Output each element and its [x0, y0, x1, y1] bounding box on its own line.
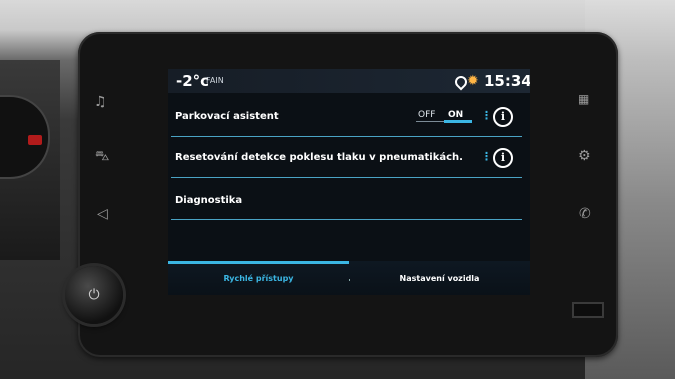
setting-label: Resetování detekce poklesu tlaku v pneum…: [175, 152, 463, 163]
bottom-tab-bar: Rychlé přístupy Nastavení vozidla: [168, 261, 530, 295]
toggle-active-indicator: [444, 120, 472, 123]
power-icon[interactable]: ⏻: [82, 283, 106, 307]
setting-row-tire-pressure-reset[interactable]: Resetování detekce poklesu tlaku v pneum…: [168, 139, 530, 175]
music-icon[interactable]: ♫: [94, 94, 107, 110]
navigation-icon[interactable]: ◁: [97, 206, 108, 222]
tab-quick-access[interactable]: Rychlé přístupy: [168, 261, 349, 295]
toggle-off-label[interactable]: OFF: [418, 110, 435, 120]
settings-icon[interactable]: ⚙: [578, 148, 591, 164]
divider: [171, 136, 522, 137]
usb-port: [572, 302, 604, 318]
status-bar: -2°c FAIN ✹ 15:34: [168, 69, 530, 93]
more-dots-icon: ⋮: [481, 150, 492, 163]
car-icon[interactable]: ⛍: [95, 148, 109, 166]
phone-icon[interactable]: ✆: [579, 206, 591, 222]
volume-knob[interactable]: ⏻: [65, 266, 123, 324]
setting-label: Parkovací asistent: [175, 111, 279, 122]
parking-assist-toggle[interactable]: OFF ON: [416, 110, 472, 124]
setting-row-diagnostics[interactable]: Diagnostika: [168, 182, 530, 218]
setting-row-parking-assist[interactable]: Parkovací asistent OFF ON ⋮ i: [168, 98, 530, 134]
clock: 15:34: [484, 72, 530, 90]
setting-label: Diagnostika: [175, 195, 243, 206]
info-icon[interactable]: i: [493, 148, 513, 168]
gauge-red-zone: [28, 135, 42, 145]
more-dots-icon: ⋮: [481, 109, 492, 122]
tab-vehicle-settings[interactable]: Nastavení vozidla: [349, 261, 530, 295]
toggle-on-label[interactable]: ON: [448, 110, 463, 120]
outside-temperature: -2°c: [176, 72, 210, 90]
divider: [171, 177, 522, 178]
apps-grid-icon[interactable]: ▦: [578, 92, 589, 106]
profile-name: FAIN: [206, 76, 224, 85]
touchscreen: -2°c FAIN ✹ 15:34 Parkovací asistent OFF…: [168, 69, 530, 295]
gear-icon: ✹: [467, 73, 479, 89]
info-icon[interactable]: i: [493, 107, 513, 127]
divider: [171, 219, 522, 220]
